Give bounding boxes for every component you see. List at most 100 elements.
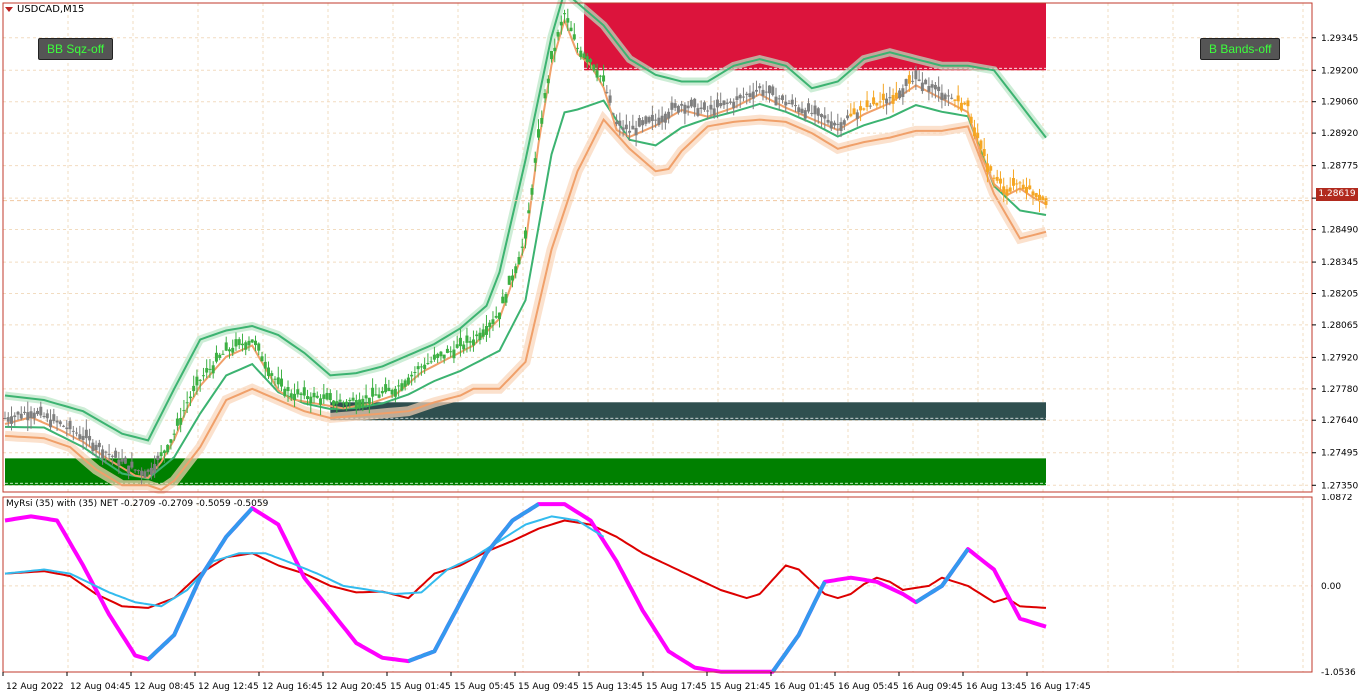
bb-squeeze-toggle-button[interactable]: BB Sqz-off xyxy=(38,38,114,60)
candle-body xyxy=(800,108,804,114)
candle-body xyxy=(146,469,150,472)
candle-body xyxy=(618,120,622,126)
candle-body xyxy=(683,104,687,114)
time-tick-label: 12 Aug 04:45 xyxy=(70,682,131,692)
candle-body xyxy=(774,96,778,106)
candle-body xyxy=(371,387,375,397)
candle-body xyxy=(894,92,898,99)
candle-body xyxy=(227,349,231,352)
bollinger-bands-toggle-button[interactable]: B Bands-off xyxy=(1200,38,1281,60)
candle-body xyxy=(754,89,758,92)
rsi-indicator-chart[interactable]: 1.0872 0.00 -1.0536 12 Aug 2022 12 Aug 04:45… xyxy=(0,494,1362,700)
time-tick-label: 16 Aug 05:45 xyxy=(838,682,899,692)
candle-body xyxy=(400,383,404,391)
candle-body xyxy=(68,421,72,430)
candle-body xyxy=(972,127,976,137)
rsi-rising-segment xyxy=(771,580,827,673)
candle-body xyxy=(153,463,157,473)
candle-body xyxy=(149,467,153,475)
candle-body xyxy=(263,361,267,369)
candle-body xyxy=(1015,183,1019,185)
candle-body xyxy=(657,117,661,125)
candle-body xyxy=(631,125,635,130)
candle-body xyxy=(159,452,163,457)
candle-body xyxy=(862,108,866,110)
candle-body xyxy=(244,342,248,350)
candle-body xyxy=(406,377,410,385)
candle-body xyxy=(950,97,954,99)
candle-body xyxy=(429,361,433,363)
candle-body xyxy=(185,402,189,404)
candle-body xyxy=(273,378,277,380)
candle-body xyxy=(956,95,960,102)
candle-body xyxy=(1002,186,1006,194)
time-tick-label: 15 Aug 05:45 xyxy=(454,682,515,692)
price-chart[interactable]: 1.29345 1.29200 1.29060 1.28920 1.28775 1.286… xyxy=(0,0,1362,494)
candle-body xyxy=(52,414,56,422)
candle-body xyxy=(660,115,664,123)
candle-body xyxy=(641,120,645,126)
candle-body xyxy=(88,435,92,441)
time-tick-label: 15 Aug 17:45 xyxy=(646,682,707,692)
time-tick-label: 12 Aug 12:45 xyxy=(198,682,259,692)
candle-body xyxy=(133,469,137,471)
candle-body xyxy=(966,100,970,107)
candle-body xyxy=(16,411,20,415)
candle-body xyxy=(787,103,791,105)
candle-body xyxy=(976,132,980,139)
candle-body xyxy=(367,397,371,404)
candle-body xyxy=(982,149,986,157)
candle-body xyxy=(924,79,928,85)
candle-body xyxy=(49,419,53,428)
dropdown-triangle-icon[interactable] xyxy=(5,7,13,12)
candle-body xyxy=(384,384,388,393)
candle-body xyxy=(628,130,632,133)
time-tick-label: 12 Aug 08:45 xyxy=(134,682,195,692)
candle-body xyxy=(732,101,736,109)
candle-body xyxy=(182,410,186,412)
candle-body xyxy=(595,70,599,78)
candle-body xyxy=(780,95,784,101)
candle-body xyxy=(1021,184,1025,190)
candle-body xyxy=(29,411,33,419)
candle-body xyxy=(842,120,846,125)
candle-body xyxy=(917,79,921,81)
candle-body xyxy=(992,177,996,179)
candle-body xyxy=(276,377,280,385)
candle-body xyxy=(963,102,967,105)
candle-body xyxy=(91,442,95,452)
candle-body xyxy=(6,417,10,422)
candle-body xyxy=(566,18,570,23)
candle-body xyxy=(943,94,947,100)
candle-body xyxy=(836,123,840,125)
price-tick-label: 1.27780 xyxy=(1321,385,1358,395)
candle-body xyxy=(829,121,833,129)
candle-body xyxy=(602,75,606,82)
candle-body xyxy=(397,385,401,387)
candle-body xyxy=(253,340,257,346)
candle-body xyxy=(872,97,876,105)
candle-body xyxy=(543,93,547,99)
candle-body xyxy=(45,413,49,419)
candle-body xyxy=(989,166,993,171)
candle-body xyxy=(78,434,82,439)
candle-body xyxy=(3,417,7,419)
candle-body xyxy=(172,433,176,435)
candle-body xyxy=(556,31,560,37)
candle-body xyxy=(445,348,449,353)
candle-body xyxy=(374,394,378,396)
candle-body xyxy=(501,296,505,304)
candle-body xyxy=(449,351,453,353)
candle-body xyxy=(198,379,202,381)
candle-body xyxy=(306,396,310,400)
time-tick-label: 16 Aug 13:45 xyxy=(966,682,1027,692)
candle-body xyxy=(240,343,244,346)
candle-body xyxy=(234,339,238,347)
candle-body xyxy=(280,378,284,387)
candle-body xyxy=(719,103,723,107)
candle-body xyxy=(257,343,261,351)
candle-body xyxy=(319,398,323,405)
candle-body xyxy=(589,59,593,62)
candle-body xyxy=(71,430,75,432)
candle-body xyxy=(1044,198,1048,205)
